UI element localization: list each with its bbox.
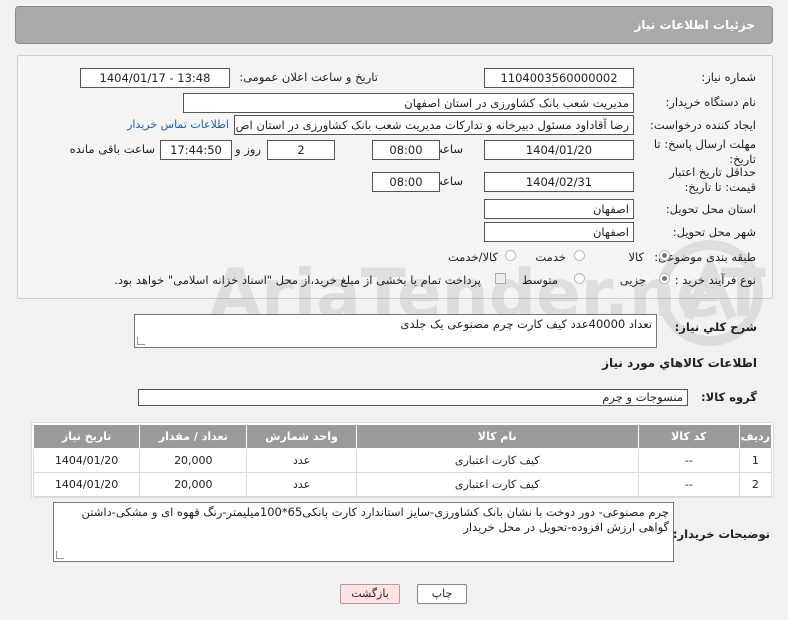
- treasury-payment-checkbox[interactable]: [495, 273, 506, 284]
- goods-group-label: گروه کالا:: [701, 390, 757, 404]
- buyer-notes-textarea[interactable]: چرم مصنوعی- دور دوخت با نشان بانک کشاورز…: [53, 502, 674, 562]
- cell-idx: 1: [738, 448, 773, 473]
- page-title: جزئیات اطلاعات نیاز: [634, 18, 755, 32]
- summary-label: شرح کلي نياز:: [674, 320, 757, 334]
- province-field[interactable]: اصفهان: [484, 199, 634, 219]
- summary-textarea[interactable]: تعداد 40000عدد کیف کارت چرم مصنوعی یک جل…: [134, 314, 657, 348]
- process-minor-label: جزیی: [619, 273, 646, 287]
- deadline-date-field[interactable]: 1404/01/20: [484, 140, 634, 160]
- table-header-row: ردیف کد کالا نام کالا واحد شمارش تعداد /…: [32, 424, 773, 449]
- category-goods-label: کالا: [628, 250, 644, 264]
- category-both-label: کالا/خدمت: [447, 250, 498, 264]
- summary-text: تعداد 40000عدد کیف کارت چرم مصنوعی یک جل…: [400, 317, 652, 331]
- cell-name: کیف کارت اعتباری: [355, 448, 639, 473]
- cell-qty: 20,000: [139, 472, 248, 497]
- col-name: نام کالا: [355, 424, 639, 449]
- buyer-org-label: نام دستگاه خریدار:: [665, 95, 756, 109]
- process-minor-radio[interactable]: [659, 273, 670, 284]
- days-label: روز و: [235, 142, 261, 156]
- category-service-radio[interactable]: [574, 250, 585, 261]
- resize-handle[interactable]: [56, 551, 64, 559]
- validity-date-field[interactable]: 1404/02/31: [484, 172, 634, 192]
- cell-date: 1404/01/20: [32, 472, 141, 497]
- process-medium-label: متوسط: [521, 273, 558, 287]
- process-medium-radio[interactable]: [574, 273, 585, 284]
- table-row[interactable]: 2 -- کیف کارت اعتباری عدد 20,000 1404/01…: [32, 472, 773, 497]
- buyer-notes-text: چرم مصنوعی- دور دوخت با نشان بانک کشاورز…: [81, 505, 669, 534]
- province-label: استان محل تحویل:: [665, 202, 756, 216]
- deadline-label: مهلت ارسال پاسخ: تا تاریخ:: [653, 137, 756, 166]
- cell-code: --: [637, 448, 740, 473]
- contact-buyer-link[interactable]: اطلاعات تماس خریدار: [127, 118, 229, 131]
- announce-label: تاریخ و ساعت اعلان عمومی:: [239, 70, 378, 84]
- need-number-label: شماره نیاز:: [701, 70, 756, 84]
- goods-section-title: اطلاعات کالاهاي مورد نياز: [602, 356, 757, 370]
- back-button[interactable]: بازگشت: [340, 584, 400, 604]
- category-goods-radio[interactable]: [659, 250, 670, 261]
- validity-time-field[interactable]: 08:00: [372, 172, 440, 192]
- treasury-payment-note: پرداخت تمام یا بخشی از مبلغ خرید،از محل …: [114, 273, 481, 287]
- creator-label: ایجاد کننده درخواست:: [650, 118, 756, 132]
- cell-unit: عدد: [246, 472, 357, 497]
- deadline-time-field[interactable]: 08:00: [372, 140, 440, 160]
- col-code: کد کالا: [637, 424, 740, 449]
- validity-label: حداقل تاریخ اعتبار قیمت: تا تاریخ:: [669, 165, 756, 194]
- days-field[interactable]: 2: [267, 140, 335, 160]
- print-button[interactable]: چاپ: [417, 584, 467, 604]
- cell-unit: عدد: [246, 448, 357, 473]
- remaining-label: ساعت باقی مانده: [69, 142, 155, 156]
- goods-table: ردیف کد کالا نام کالا واحد شمارش تعداد /…: [32, 424, 773, 497]
- buyer-org-field[interactable]: مدیریت شعب بانک کشاورزی در استان اصفهان: [183, 93, 634, 113]
- resize-handle[interactable]: [137, 337, 145, 345]
- goods-group-field[interactable]: منسوجات و چرم: [138, 389, 688, 406]
- category-both-radio[interactable]: [505, 250, 516, 261]
- cell-date: 1404/01/20: [32, 448, 141, 473]
- cell-code: --: [637, 472, 740, 497]
- city-field[interactable]: اصفهان: [484, 222, 634, 242]
- cell-idx: 2: [738, 472, 773, 497]
- need-number-field[interactable]: 1104003560000002: [484, 68, 634, 88]
- announce-field[interactable]: 1404/01/17 - 13:48: [80, 68, 230, 88]
- col-qty: تعداد / مقدار: [139, 424, 248, 449]
- process-label: نوع فرآیند خرید :: [674, 273, 756, 287]
- col-unit: واحد شمارش: [246, 424, 357, 449]
- col-idx: ردیف: [738, 424, 773, 449]
- buyer-notes-label: توضیحات خریدار:: [672, 527, 770, 541]
- col-date: تاریخ نیاز: [32, 424, 141, 449]
- city-label: شهر محل تحویل:: [672, 225, 756, 239]
- cell-name: کیف کارت اعتباری: [355, 472, 639, 497]
- category-service-label: خدمت: [535, 250, 566, 264]
- remaining-time-field[interactable]: 17:44:50: [160, 140, 232, 160]
- creator-field[interactable]: رضا آقاداود مسئول دبیرخانه و تدارکات مدی…: [234, 115, 634, 135]
- table-row[interactable]: 1 -- کیف کارت اعتباری عدد 20,000 1404/01…: [32, 448, 773, 473]
- page-header: جزئیات اطلاعات نیاز: [15, 6, 773, 44]
- cell-qty: 20,000: [139, 448, 248, 473]
